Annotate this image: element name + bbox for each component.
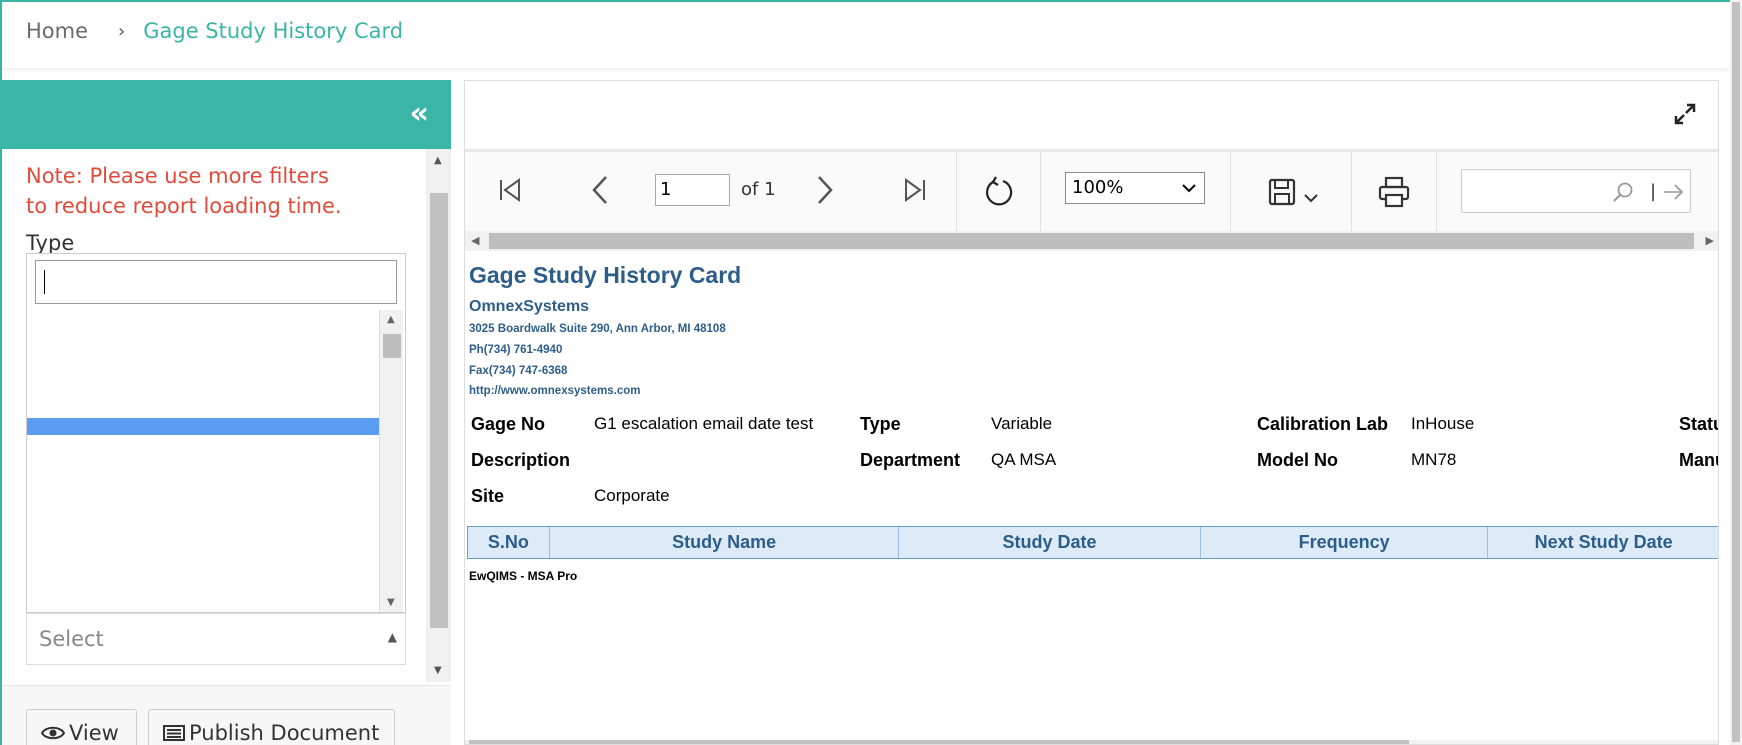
refresh-group <box>957 152 1041 231</box>
model-no-label: Model No <box>1257 450 1338 470</box>
filter-panel-scrollbar[interactable]: ▲ ▼ <box>426 149 451 682</box>
type-options-list <box>27 310 379 608</box>
filter-panel-header: « <box>2 80 451 149</box>
column-header-next-study-date: Next Study Date <box>1534 532 1673 552</box>
company-address: 3025 Boardwalk Suite 290, Ann Arbor, MI … <box>469 323 726 335</box>
breadcrumb-home-link[interactable]: Home <box>26 19 88 43</box>
top-accent-bar <box>0 0 1742 2</box>
scroll-down-arrow-icon[interactable]: ▼ <box>434 665 442 676</box>
report-scrollbar-thumb[interactable] <box>489 233 1694 249</box>
page-scrollbar[interactable] <box>1730 0 1742 745</box>
gage-no-value: G1 escalation email date test <box>594 414 814 433</box>
type-search-input[interactable] <box>35 260 397 304</box>
zoom-value: 100% <box>1072 177 1124 198</box>
publish-button-label: Publish Document <box>189 721 380 745</box>
scroll-up-arrow-icon[interactable]: ▲ <box>434 155 442 166</box>
report-bottom-scrollbar-thumb[interactable] <box>469 740 1409 744</box>
company-fax: Fax(734) 747-6368 <box>469 365 568 377</box>
report-horizontal-scrollbar[interactable]: ◀ ▶ <box>465 231 1718 251</box>
publish-document-button[interactable]: Publish Document <box>148 709 395 745</box>
report-title: Gage Study History Card <box>469 262 742 288</box>
report-viewer: 1 of 1 100% | ◀ ▶ Gage Study History Car… <box>464 80 1719 745</box>
text-caret <box>44 270 45 294</box>
column-header-frequency: Frequency <box>1201 527 1489 558</box>
calibration-lab-value: InHouse <box>1411 414 1475 433</box>
type-field-value: Variable <box>991 414 1053 433</box>
dropdown-scrollbar[interactable]: ▲ ▼ <box>379 310 403 612</box>
filter-panel-scrollbar-thumb[interactable] <box>430 193 448 628</box>
print-group <box>1352 152 1437 231</box>
chevron-down-icon <box>1182 176 1196 211</box>
report-footer-text: EwQIMS - MSA Pro <box>469 569 578 583</box>
department-label: Department <box>860 450 961 470</box>
type-option-highlighted[interactable] <box>27 418 379 435</box>
type-field-label: Type <box>860 414 901 434</box>
last-page-icon[interactable] <box>900 172 930 208</box>
filter-note: Note: Please use more filters to reduce … <box>26 164 342 218</box>
zoom-select[interactable]: 100% <box>1065 172 1205 204</box>
column-header-study-name: Study Name <box>550 527 900 558</box>
save-icon[interactable] <box>1261 174 1325 210</box>
column-header-sno: S.No <box>468 527 550 558</box>
page-scrollbar-thumb[interactable] <box>1732 2 1740 742</box>
filter-panel-footer: View Publish Document <box>2 685 451 745</box>
model-no-value: MN78 <box>1411 450 1457 469</box>
description-label: Description <box>471 450 571 470</box>
type-label: Type <box>26 231 75 255</box>
first-page-icon[interactable] <box>495 172 525 208</box>
filter-panel-body: Note: Please use more filters to reduce … <box>2 149 451 682</box>
pager-group: 1 of 1 <box>465 152 957 231</box>
search-group: | <box>1437 152 1718 231</box>
document-icon <box>163 725 185 741</box>
gage-no-label: Gage No <box>471 414 546 434</box>
caret-up-icon: ▲ <box>387 630 397 644</box>
department-value: QA MSA <box>991 450 1057 469</box>
chevron-down-icon <box>1304 194 1318 203</box>
scroll-up-arrow-icon[interactable]: ▲ <box>387 314 395 325</box>
export-group <box>1231 152 1352 231</box>
report-bottom-scrollbar[interactable] <box>465 740 1718 744</box>
scroll-down-arrow-icon[interactable]: ▼ <box>387 597 395 608</box>
status-label: Statu <box>1679 414 1718 434</box>
breadcrumb: Home › Gage Study History Card <box>26 19 403 43</box>
study-table-header: S.No Study Name Study Date Frequency Nex… <box>467 526 1718 559</box>
arrow-right-icon[interactable] <box>1662 181 1684 207</box>
type-select-placeholder: Select <box>39 627 104 651</box>
search-divider: | <box>1650 181 1657 202</box>
type-dropdown: ▲ ▼ <box>26 253 406 613</box>
next-page-icon[interactable] <box>810 172 840 208</box>
breadcrumb-separator-icon: › <box>118 20 126 42</box>
zoom-group: 100% <box>1041 152 1231 231</box>
expand-icon[interactable] <box>1674 103 1696 129</box>
previous-page-icon[interactable] <box>585 172 615 208</box>
refresh-icon[interactable] <box>979 172 1019 212</box>
company-name: OmnexSystems <box>469 298 590 315</box>
report-toolbar: 1 of 1 100% | <box>465 149 1718 231</box>
breadcrumb-current: Gage Study History Card <box>143 19 404 43</box>
scroll-right-arrow-icon[interactable]: ▶ <box>1706 234 1714 247</box>
double-chevron-left-icon[interactable]: « <box>410 99 429 129</box>
page-count-text: of 1 <box>741 179 776 200</box>
report-content: Gage Study History Card OmnexSystems 302… <box>465 251 1718 744</box>
company-website[interactable]: http://www.omnexsystems.com <box>469 385 640 397</box>
print-icon[interactable] <box>1376 174 1412 210</box>
site-label: Site <box>471 486 505 506</box>
scroll-left-arrow-icon[interactable]: ◀ <box>471 234 479 247</box>
dropdown-scrollbar-thumb[interactable] <box>383 334 401 358</box>
eye-icon <box>41 725 65 741</box>
column-header-study-date: Study Date <box>899 527 1201 558</box>
top-header: Home › Gage Study History Card <box>0 0 1730 68</box>
type-select[interactable]: Select ▲ <box>26 613 406 665</box>
site-value: Corporate <box>594 486 670 505</box>
view-button[interactable]: View <box>26 709 137 745</box>
calibration-lab-label: Calibration Lab <box>1257 414 1389 434</box>
manufacturer-label: Manu <box>1679 450 1718 470</box>
company-phone: Ph(734) 761-4940 <box>469 344 563 356</box>
search-icon[interactable] <box>1612 181 1634 207</box>
report-search-input[interactable]: | <box>1461 169 1691 213</box>
page-number-input[interactable]: 1 <box>655 174 730 206</box>
filter-panel: « Note: Please use more filters to reduc… <box>2 80 451 745</box>
view-button-label: View <box>69 721 119 745</box>
